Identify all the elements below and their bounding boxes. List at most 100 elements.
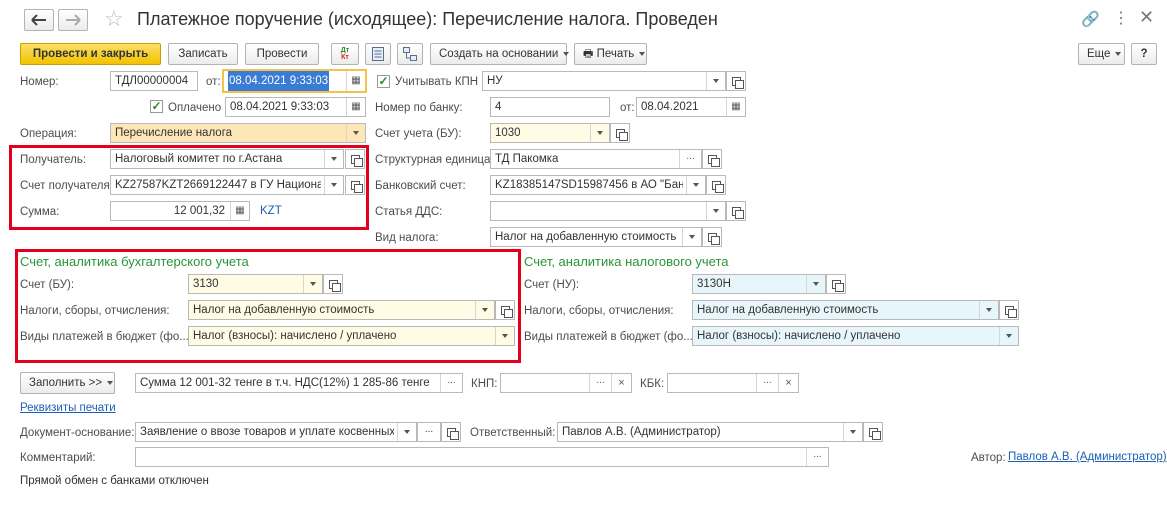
select-dots-icon[interactable]: ... bbox=[756, 374, 778, 392]
kbk-field[interactable]: ... × bbox=[667, 373, 799, 393]
bu-payments-select[interactable]: Налог (взносы): начислено / уплачено bbox=[188, 326, 515, 346]
chevron-down-icon[interactable] bbox=[843, 423, 862, 441]
clear-icon[interactable]: × bbox=[611, 374, 631, 392]
calendar-icon[interactable]: ▦ bbox=[346, 98, 365, 116]
bu-taxes-select[interactable]: Налог на добавленную стоимость bbox=[188, 300, 495, 320]
chevron-down-icon[interactable] bbox=[706, 202, 725, 220]
dds-open-button[interactable] bbox=[726, 201, 746, 221]
kpn-checkbox[interactable]: ✓ bbox=[377, 75, 390, 88]
chevron-down-icon[interactable] bbox=[682, 228, 701, 246]
arrow-left-icon bbox=[31, 14, 46, 26]
chevron-down-icon[interactable] bbox=[397, 423, 416, 441]
calculator-icon[interactable]: ▦ bbox=[230, 202, 249, 220]
unit-field[interactable]: ТД Пакомка... bbox=[490, 149, 702, 169]
dds-label: Статья ДДС: bbox=[375, 206, 443, 218]
bu-account-select[interactable]: 3130 bbox=[188, 274, 323, 294]
currency-link[interactable]: KZT bbox=[260, 205, 282, 217]
bu-taxes-label: Налоги, сборы, отчисления: bbox=[20, 305, 170, 317]
post-button[interactable]: Провести bbox=[245, 43, 319, 65]
print-button[interactable]: 🖶 Печать bbox=[574, 43, 647, 65]
chevron-down-icon[interactable] bbox=[324, 176, 343, 194]
create-based-on-button[interactable]: Создать на основании bbox=[430, 43, 570, 65]
chevron-down-icon[interactable] bbox=[346, 124, 365, 142]
recipient-account-open-button[interactable] bbox=[345, 175, 365, 195]
structure-button[interactable] bbox=[397, 43, 423, 65]
recipient-account-select[interactable]: KZ27587KZT2669122447 в ГУ Национальн bbox=[110, 175, 344, 195]
nu-taxes-select[interactable]: Налог на добавленную стоимость bbox=[692, 300, 999, 320]
responsible-select[interactable]: Павлов А.В. (Администратор) bbox=[557, 422, 863, 442]
clear-icon[interactable]: × bbox=[778, 374, 798, 392]
select-dots-icon[interactable]: ... bbox=[440, 374, 462, 392]
paid-date-field[interactable]: 08.04.2021 9:33:03 ▦ bbox=[225, 97, 366, 117]
nu-account-select[interactable]: 3130Н bbox=[692, 274, 826, 294]
more-button[interactable]: Еще bbox=[1078, 43, 1125, 65]
operation-select[interactable]: Перечисление налога bbox=[110, 123, 366, 143]
favorite-star-icon[interactable]: ☆ bbox=[104, 7, 124, 31]
bu-account-open-button[interactable] bbox=[323, 274, 343, 294]
bank-date-field[interactable]: 08.04.2021 ▦ bbox=[636, 97, 746, 117]
back-button[interactable] bbox=[24, 9, 54, 31]
close-icon[interactable]: ✕ bbox=[1139, 7, 1154, 28]
forward-button[interactable] bbox=[58, 9, 88, 31]
fill-button[interactable]: Заполнить >> bbox=[20, 372, 115, 394]
recipient-label: Получатель: bbox=[20, 154, 87, 166]
dt-kt-icon: Дт Кт bbox=[340, 47, 350, 61]
tax-type-select[interactable]: Налог на добавленную стоимость bbox=[490, 227, 702, 247]
chevron-down-icon[interactable] bbox=[979, 301, 998, 319]
save-button[interactable]: Записать bbox=[168, 43, 238, 65]
nu-payments-select[interactable]: Налог (взносы): начислено / уплачено bbox=[692, 326, 1019, 346]
bank-account-open-button[interactable] bbox=[706, 175, 726, 195]
chevron-down-icon[interactable] bbox=[706, 72, 725, 90]
nu-account-open-button[interactable] bbox=[826, 274, 846, 294]
dt-kt-button[interactable]: Дт Кт bbox=[331, 43, 359, 65]
chevron-down-icon[interactable] bbox=[686, 176, 705, 194]
recipient-open-button[interactable] bbox=[345, 149, 365, 169]
link-icon[interactable]: 🔗 bbox=[1081, 10, 1100, 28]
basis-select[interactable]: Заявление о ввозе товаров и уплате косве… bbox=[135, 422, 417, 442]
post-and-close-button[interactable]: Провести и закрыть bbox=[20, 43, 161, 65]
select-dots-icon[interactable]: ... bbox=[589, 374, 611, 392]
date-field[interactable]: 08.04.2021 9:33:03 ▦ bbox=[222, 69, 367, 93]
chevron-down-icon[interactable] bbox=[999, 327, 1018, 345]
kpn-open-button[interactable] bbox=[726, 71, 746, 91]
calendar-icon[interactable]: ▦ bbox=[346, 71, 365, 91]
calendar-icon[interactable]: ▦ bbox=[726, 98, 745, 116]
bank-account-select[interactable]: KZ18385147SD15987456 в АО "Банк bbox=[490, 175, 706, 195]
select-dots-icon[interactable]: ... bbox=[679, 150, 701, 168]
knp-field[interactable]: ... × bbox=[500, 373, 632, 393]
number-field[interactable]: ТДЛ00000004 bbox=[110, 71, 198, 91]
purpose-field[interactable]: Сумма 12 001-32 тенге в т.ч. НДС(12%) 1 … bbox=[135, 373, 463, 393]
recipient-select[interactable]: Налоговый комитет по г.Астана bbox=[110, 149, 344, 169]
bank-number-field[interactable]: 4 bbox=[490, 97, 610, 117]
chevron-down-icon[interactable] bbox=[590, 124, 609, 142]
help-button[interactable]: ? bbox=[1131, 43, 1157, 65]
dds-select[interactable] bbox=[490, 201, 726, 221]
select-dots-icon[interactable]: ... bbox=[806, 448, 828, 466]
responsible-open-button[interactable] bbox=[863, 422, 883, 442]
open-icon bbox=[446, 427, 459, 440]
nu-taxes-open-button[interactable] bbox=[999, 300, 1019, 320]
chevron-down-icon[interactable] bbox=[475, 301, 494, 319]
kpn-select[interactable]: НУ bbox=[482, 71, 726, 91]
more-actions-icon[interactable]: ⋮ bbox=[1113, 8, 1129, 28]
unit-open-button[interactable] bbox=[702, 149, 722, 169]
basis-select-dots[interactable]: ... bbox=[417, 422, 441, 442]
paid-checkbox[interactable]: ✓ bbox=[150, 100, 163, 113]
chevron-down-icon[interactable] bbox=[806, 275, 825, 293]
nu-payments-label: Виды платежей в бюджет (фо... bbox=[524, 331, 693, 343]
open-icon bbox=[328, 279, 341, 292]
bu-section-title: Счет, аналитика бухгалтерского учета bbox=[20, 254, 249, 269]
bu-taxes-open-button[interactable] bbox=[495, 300, 515, 320]
chevron-down-icon[interactable] bbox=[303, 275, 322, 293]
basis-open-button[interactable] bbox=[441, 422, 461, 442]
chevron-down-icon[interactable] bbox=[495, 327, 514, 345]
author-link[interactable]: Павлов А.В. (Администратор) bbox=[1008, 451, 1167, 463]
comment-field[interactable]: ... bbox=[135, 447, 829, 467]
report-button[interactable] bbox=[365, 43, 391, 65]
account-bu-select[interactable]: 1030 bbox=[490, 123, 610, 143]
print-details-link[interactable]: Реквизиты печати bbox=[20, 402, 116, 414]
amount-field[interactable]: 12 001,32 ▦ bbox=[110, 201, 250, 221]
chevron-down-icon[interactable] bbox=[324, 150, 343, 168]
tax-type-open-button[interactable] bbox=[702, 227, 722, 247]
account-bu-open-button[interactable] bbox=[610, 123, 630, 143]
